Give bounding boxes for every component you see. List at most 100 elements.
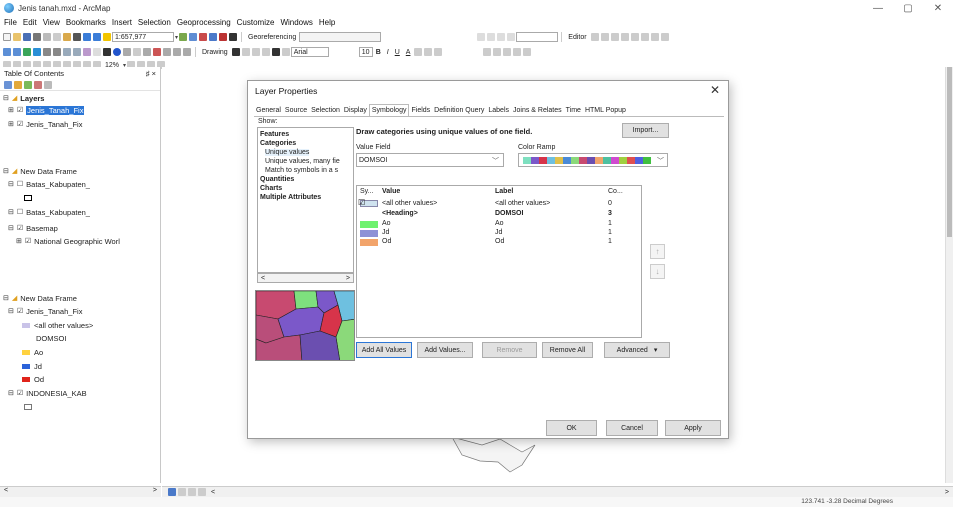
layout-tool4-icon[interactable] [513, 48, 522, 56]
symbol-swatch[interactable] [360, 239, 378, 246]
layer-name[interactable]: Jenis_Tanah_Fix [26, 120, 82, 129]
python-icon[interactable] [229, 33, 238, 41]
column-symbol[interactable]: Sy... [360, 188, 373, 195]
scroll-right-icon[interactable]: > [346, 275, 350, 282]
show-match-symbols[interactable]: Match to symbols in a s [265, 167, 338, 174]
forward-extent-icon[interactable] [73, 48, 81, 56]
color-ramp-select[interactable]: ﹀ [518, 153, 668, 167]
tab-selection[interactable]: Selection [309, 105, 342, 116]
draw-select-icon[interactable] [231, 48, 240, 56]
table-row-label[interactable]: Jd [495, 229, 502, 236]
layer-visibility-checkbox[interactable]: ☐ [17, 180, 23, 188]
layer-name[interactable]: National Geographic Worl [34, 237, 120, 246]
paste-icon[interactable] [63, 33, 71, 41]
expand-icon[interactable]: ⊞ [8, 120, 14, 128]
toc-layer-batas-1[interactable]: ⊟ ☐ Batas_Kabupaten_ [8, 179, 90, 189]
edit-vertices-icon[interactable] [600, 33, 609, 41]
georef-layer-field[interactable] [299, 32, 382, 42]
georef-tool4-icon[interactable] [507, 33, 516, 41]
tab-time[interactable]: Time [564, 105, 583, 116]
rectangle-icon[interactable] [261, 48, 270, 56]
close-icon[interactable]: ✕ [710, 83, 720, 97]
import-button[interactable]: Import... [622, 123, 669, 138]
layer-visibility-checkbox[interactable]: ☑ [17, 307, 23, 315]
bold-button[interactable]: B [376, 49, 381, 56]
tab-source[interactable]: Source [283, 105, 309, 116]
table-row-label[interactable]: Od [495, 238, 504, 245]
font-field[interactable]: Arial [290, 47, 329, 57]
georef-tool-icon[interactable] [477, 33, 486, 41]
georef-transform-field[interactable] [516, 32, 559, 42]
scroll-left-icon[interactable]: < [261, 275, 265, 282]
fixed-zoom-out-icon[interactable] [53, 48, 61, 56]
select-features-icon[interactable] [83, 48, 91, 56]
editor-toolbar-icon[interactable] [179, 33, 188, 41]
layer-name[interactable]: Batas_Kabupaten_ [26, 180, 90, 189]
redo-icon[interactable] [93, 33, 101, 41]
pause-drawing-icon[interactable] [198, 488, 206, 496]
zoom-in-icon[interactable] [3, 48, 11, 56]
delete-icon[interactable] [73, 33, 81, 41]
table-row-value[interactable]: Jd [382, 229, 389, 236]
scrollbar-thumb[interactable] [947, 67, 952, 237]
toc-layer-indonesia[interactable]: ⊟ ☑ INDONESIA_KAB [8, 388, 87, 398]
html-popup-icon[interactable] [133, 48, 141, 56]
list-by-visibility-icon[interactable] [24, 80, 32, 89]
cancel-button[interactable]: Cancel [606, 420, 658, 436]
layer-visibility-checkbox[interactable]: ☑ [17, 120, 23, 128]
toc-options-icon[interactable] [44, 80, 52, 89]
cut-icon[interactable] [43, 33, 51, 41]
show-charts[interactable]: Charts [260, 185, 282, 192]
georeferencing-menu[interactable]: Georeferencing [248, 34, 296, 41]
move-up-button[interactable]: ↑ [650, 244, 665, 259]
layer-name-selected[interactable]: Jenis_Tanah_Fix [26, 105, 85, 115]
table-row-value[interactable]: Ao [382, 220, 391, 227]
toc-data-frame-2[interactable]: ⊟ ◢ New Data Frame [3, 293, 77, 303]
show-unique-values[interactable]: Unique values [265, 149, 310, 156]
rotate-icon[interactable] [640, 33, 649, 41]
layer-visibility-checkbox[interactable]: ☑ [17, 389, 23, 397]
underline-button[interactable]: U [395, 49, 400, 56]
collapse-icon[interactable]: ⊟ [8, 224, 14, 232]
menu-view[interactable]: View [43, 18, 60, 27]
copy-icon[interactable] [53, 33, 61, 41]
symbol-swatch[interactable] [360, 221, 378, 228]
layer-visibility-checkbox[interactable]: ☑ [17, 106, 23, 114]
goto-xy-icon[interactable] [173, 48, 181, 56]
georef-tool3-icon[interactable] [497, 33, 506, 41]
georef-tool2-icon[interactable] [487, 33, 496, 41]
layout-tool5-icon[interactable] [523, 48, 532, 56]
tab-fields[interactable]: Fields [409, 105, 432, 116]
layer-name[interactable]: Basemap [26, 224, 58, 233]
add-values-button[interactable]: Add Values... [417, 342, 473, 358]
column-label[interactable]: Label [495, 188, 513, 195]
layer-name[interactable]: INDONESIA_KAB [26, 389, 86, 398]
menu-insert[interactable]: Insert [112, 18, 132, 27]
column-count[interactable]: Co... [608, 188, 623, 195]
table-row-label[interactable]: Ao [495, 220, 504, 227]
show-features[interactable]: Features [260, 131, 289, 138]
expand-icon[interactable]: ⊞ [16, 237, 22, 245]
toc-layer-basemap[interactable]: ⊟ ☑ Basemap [8, 223, 58, 233]
map-scroll-left-icon[interactable]: < [211, 489, 215, 496]
add-data-icon[interactable] [103, 33, 111, 41]
scroll-left-icon[interactable]: < [4, 487, 8, 494]
search-window-icon[interactable] [209, 33, 218, 41]
menu-file[interactable]: File [4, 18, 17, 27]
collapse-icon[interactable]: ⊟ [3, 294, 9, 302]
minimize-button[interactable]: — [863, 0, 893, 16]
fixed-zoom-in-icon[interactable] [43, 48, 51, 56]
list-by-drawing-order-icon[interactable] [4, 80, 12, 89]
toc-data-frame-1[interactable]: ⊟ ◢ New Data Frame [3, 166, 77, 176]
table-row-label[interactable]: DOMSOI [495, 210, 523, 217]
tab-labels[interactable]: Labels [486, 105, 511, 116]
tab-general[interactable]: General [254, 105, 283, 116]
menu-selection[interactable]: Selection [138, 18, 171, 27]
toc-pin-close[interactable]: ♯ × [146, 69, 156, 78]
value-field-select[interactable]: DOMSOI ﹀ [356, 153, 504, 167]
zoom-to-elements-icon[interactable] [251, 48, 260, 56]
layout-view-icon[interactable] [178, 488, 186, 496]
save-icon[interactable] [23, 33, 31, 41]
list-by-selection-icon[interactable] [34, 80, 42, 89]
refresh-icon[interactable] [188, 488, 196, 496]
